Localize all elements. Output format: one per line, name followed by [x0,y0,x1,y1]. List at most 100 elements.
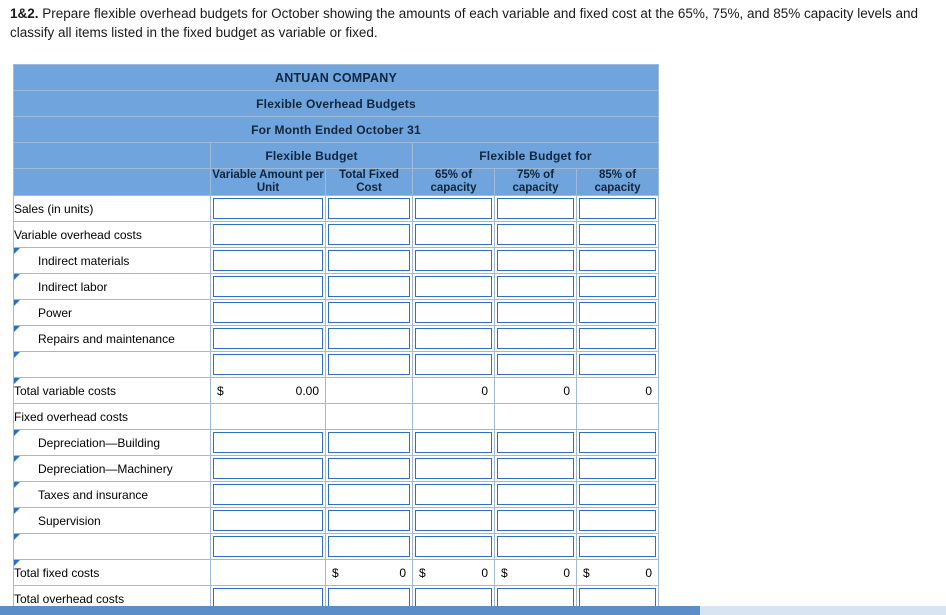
cell-r10-c1[interactable] [325,455,413,482]
input-box[interactable] [213,198,323,219]
input-box[interactable] [328,276,410,297]
input-box[interactable] [497,276,574,297]
input-box[interactable] [328,302,410,323]
input-box[interactable] [328,198,410,219]
cell-r11-c3[interactable] [494,481,577,508]
input-box[interactable] [328,224,410,245]
cell-r6-c0[interactable] [210,351,326,378]
cell-r3-c4[interactable] [575,273,660,300]
input-box[interactable] [213,432,323,453]
cell-r5-c1[interactable] [325,325,413,352]
input-box[interactable] [497,536,574,557]
cell-r9-c4[interactable] [575,429,660,456]
input-box[interactable] [213,536,323,557]
cell-r6-c2[interactable] [412,351,495,378]
input-box[interactable] [328,484,410,505]
input-box[interactable] [415,432,492,453]
cell-r2-c0[interactable] [210,247,326,274]
cell-r12-c1[interactable] [325,507,413,534]
input-box[interactable] [213,328,323,349]
cell-r12-c4[interactable] [575,507,660,534]
input-box[interactable] [213,458,323,479]
cell-r13-c0[interactable] [210,533,326,560]
cell-r13-c2[interactable] [412,533,495,560]
cell-r11-c2[interactable] [412,481,495,508]
cell-r3-c3[interactable] [494,273,577,300]
input-box[interactable] [415,276,492,297]
input-box[interactable] [497,224,574,245]
input-box[interactable] [328,510,410,531]
input-box[interactable] [213,484,323,505]
input-box[interactable] [415,250,492,271]
input-box[interactable] [415,198,492,219]
cell-r10-c4[interactable] [575,455,660,482]
cell-r3-c2[interactable] [412,273,495,300]
input-box[interactable] [579,510,657,531]
input-box[interactable] [497,328,574,349]
cell-r0-c3[interactable] [494,195,577,222]
cell-r1-c1[interactable] [325,221,413,248]
cell-r4-c0[interactable] [210,299,326,326]
input-box[interactable] [213,276,323,297]
input-box[interactable] [579,328,657,349]
cell-r11-c1[interactable] [325,481,413,508]
input-box[interactable] [415,484,492,505]
cell-r5-c3[interactable] [494,325,577,352]
cell-r9-c2[interactable] [412,429,495,456]
cell-r1-c0[interactable] [210,221,326,248]
cell-r1-c2[interactable] [412,221,495,248]
cell-r5-c2[interactable] [412,325,495,352]
input-box[interactable] [213,510,323,531]
input-box[interactable] [497,484,574,505]
cell-r13-c4[interactable] [575,533,660,560]
horizontal-scrollbar[interactable] [0,606,946,615]
input-box[interactable] [579,536,657,557]
cell-r5-c4[interactable] [575,325,660,352]
input-box[interactable] [328,328,410,349]
input-box[interactable] [579,458,657,479]
cell-r0-c1[interactable] [325,195,413,222]
input-box[interactable] [415,536,492,557]
cell-r2-c3[interactable] [494,247,577,274]
input-box[interactable] [579,276,657,297]
cell-r6-c3[interactable] [494,351,577,378]
cell-r2-c2[interactable] [412,247,495,274]
cell-r12-c0[interactable] [210,507,326,534]
cell-r10-c2[interactable] [412,455,495,482]
cell-r12-c2[interactable] [412,507,495,534]
input-box[interactable] [328,536,410,557]
cell-r5-c0[interactable] [210,325,326,352]
cell-r1-c3[interactable] [494,221,577,248]
input-box[interactable] [213,250,323,271]
horizontal-scrollbar-thumb[interactable] [0,606,700,615]
cell-r9-c0[interactable] [210,429,326,456]
input-box[interactable] [579,354,657,375]
cell-r2-c4[interactable] [575,247,660,274]
input-box[interactable] [579,250,657,271]
cell-r4-c4[interactable] [575,299,660,326]
cell-r10-c0[interactable] [210,455,326,482]
cell-r12-c3[interactable] [494,507,577,534]
cell-r10-c3[interactable] [494,455,577,482]
cell-r0-c2[interactable] [412,195,495,222]
cell-r2-c1[interactable] [325,247,413,274]
cell-r4-c1[interactable] [325,299,413,326]
input-box[interactable] [579,432,657,453]
cell-r11-c4[interactable] [575,481,660,508]
cell-r0-c4[interactable] [575,195,660,222]
cell-r4-c3[interactable] [494,299,577,326]
input-box[interactable] [579,302,657,323]
input-box[interactable] [497,250,574,271]
input-box[interactable] [415,510,492,531]
input-box[interactable] [497,198,574,219]
input-box[interactable] [415,224,492,245]
input-box[interactable] [497,302,574,323]
cell-r3-c1[interactable] [325,273,413,300]
input-box[interactable] [213,302,323,323]
cell-r6-c4[interactable] [575,351,660,378]
cell-r9-c3[interactable] [494,429,577,456]
cell-r9-c1[interactable] [325,429,413,456]
input-box[interactable] [328,458,410,479]
input-box[interactable] [497,432,574,453]
cell-r13-c3[interactable] [494,533,577,560]
